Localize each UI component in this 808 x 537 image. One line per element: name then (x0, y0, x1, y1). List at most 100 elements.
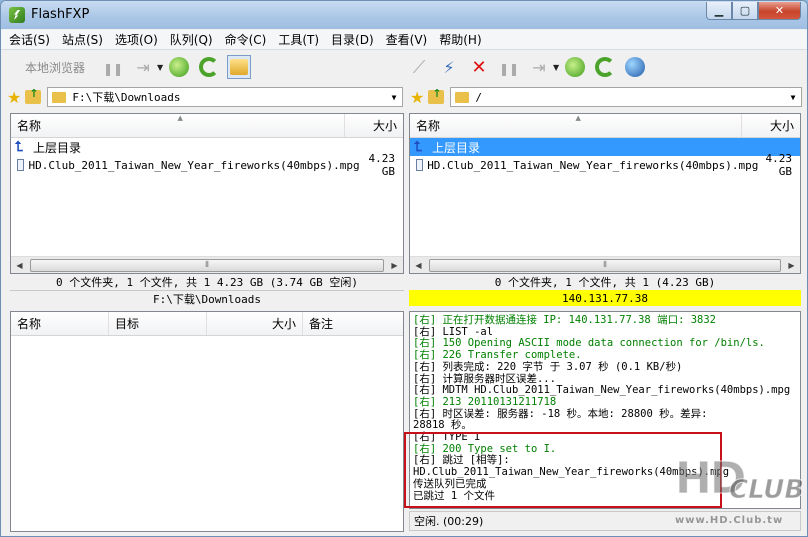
remote-quick-connect-button[interactable] (407, 55, 431, 79)
queue-column-note-label: 备注 (309, 317, 334, 331)
local-path-text: F:\下载\Downloads (72, 91, 181, 104)
parent-dir-label: 上层目录 (432, 140, 481, 155)
connect-icon (443, 58, 454, 77)
scroll-track[interactable]: ⦀ (427, 258, 783, 273)
local-path-combo[interactable]: F:\下载\Downloads ▼ (47, 87, 403, 107)
scroll-right-icon[interactable]: ▶ (386, 257, 403, 274)
log-line: [右] TYPE I (413, 431, 481, 444)
remote-refresh-button[interactable] (593, 55, 617, 79)
minimize-icon: ▁ (714, 4, 724, 17)
window-controls: ▁ ▢ ✕ (706, 2, 801, 20)
column-name[interactable]: 名称 ▲ (410, 114, 742, 137)
menu-queue[interactable]: 队列(Q) (170, 31, 213, 48)
queue-column-target[interactable]: 目标 (109, 312, 207, 335)
menu-directory[interactable]: 目录(D) (331, 31, 374, 48)
local-refresh-button[interactable] (197, 55, 221, 79)
local-summary: 0 个文件夹, 1 个文件, 共 1 4.23 GB (3.74 GB 空闲) (55, 276, 359, 289)
quick-connect-icon (413, 57, 426, 78)
log-line: [右] 213 20110131211718 (413, 395, 557, 408)
remote-transfer-button[interactable] (563, 55, 587, 79)
menu-help[interactable]: 帮助(H) (439, 31, 481, 48)
scroll-left-icon[interactable]: ◀ (11, 257, 28, 274)
app-window: FlashFXP ▁ ▢ ✕ 会话(S) 站点(S) 选项(O) 队列(Q) 命… (0, 0, 808, 537)
favorites-star-icon[interactable]: ★ (7, 88, 21, 107)
refresh-icon (199, 57, 220, 77)
horizontal-scrollbar[interactable]: ◀ ⦀ ▶ (11, 256, 403, 273)
chevron-down-icon[interactable]: ▼ (785, 93, 801, 102)
parent-folder-icon[interactable] (428, 87, 445, 104)
remote-toolbar: ▼ (407, 51, 807, 83)
remote-summary: 0 个文件夹, 1 个文件, 共 1 (4.23 GB) (494, 276, 716, 289)
globe-icon (625, 57, 646, 77)
folder-view-icon (230, 59, 249, 75)
up-arrow-icon: ⮤ (414, 139, 423, 155)
session-log[interactable]: [右] 正在打开数据通连接 IP: 140.131.77.38 端口: 3832… (409, 311, 801, 509)
maximize-button[interactable]: ▢ (732, 2, 758, 20)
list-item-parent[interactable]: ⮤ 上层目录 (11, 138, 403, 156)
column-size[interactable]: 大小 (742, 114, 800, 137)
scroll-right-icon[interactable]: ▶ (783, 257, 800, 274)
skip-icon (136, 58, 149, 77)
column-name[interactable]: 名称 ▲ (11, 114, 345, 137)
menu-view[interactable]: 查看(V) (386, 31, 428, 48)
remote-path-bar: ★ / ▼ (410, 85, 802, 109)
local-file-list[interactable]: 名称 ▲ 大小 ⮤ 上层目录 HD.Club_2011_Taiwan_New_Y… (10, 113, 404, 274)
chevron-down-icon[interactable]: ▼ (386, 93, 402, 102)
remote-path-combo[interactable]: / ▼ (450, 87, 802, 107)
remote-connect-button[interactable] (437, 55, 461, 79)
menu-tools[interactable]: 工具(T) (278, 31, 319, 48)
sort-up-icon: ▲ (177, 114, 183, 122)
scroll-thumb[interactable]: ⦀ (30, 258, 384, 272)
disconnect-icon (471, 57, 486, 78)
parent-folder-icon[interactable] (25, 87, 42, 104)
queue-column-name[interactable]: 名称 (11, 312, 109, 335)
column-name-label: 名称 (416, 119, 441, 133)
parent-dir-label: 上层目录 (33, 140, 82, 155)
menu-commands[interactable]: 命令(C) (225, 31, 267, 48)
favorites-star-icon[interactable]: ★ (410, 88, 424, 107)
scroll-track[interactable]: ⦀ (28, 258, 386, 273)
remote-skip-dropdown[interactable]: ▼ (553, 63, 559, 72)
log-line: [右] 列表完成: 220 字节 于 3.07 秒 (0.1 KB/秒) (413, 360, 683, 373)
scroll-left-icon[interactable]: ◀ (410, 257, 427, 274)
local-skip-button[interactable] (131, 55, 155, 79)
menu-sites[interactable]: 站点(S) (62, 31, 103, 48)
remote-site-manager-button[interactable] (623, 55, 647, 79)
transfer-icon (169, 57, 190, 77)
remote-column-header: 名称 ▲ 大小 (410, 114, 800, 138)
status-bar: 空闲. (00:29) (409, 511, 801, 531)
list-item[interactable]: HD.Club_2011_Taiwan_New_Year_fireworks(4… (410, 152, 800, 178)
file-icon (416, 159, 424, 171)
title-bar: FlashFXP ▁ ▢ ✕ (1, 1, 807, 29)
remote-path-text: / (475, 90, 482, 104)
local-path-bar: ★ F:\下载\Downloads ▼ (7, 85, 403, 109)
log-line: 已跳过 1 个文件 (413, 489, 495, 502)
local-current-path: F:\下载\Downloads (10, 290, 404, 306)
list-item[interactable]: HD.Club_2011_Taiwan_New_Year_fireworks(4… (11, 152, 403, 178)
menu-session[interactable]: 会话(S) (9, 31, 50, 48)
close-button[interactable]: ✕ (758, 2, 801, 20)
remote-file-list[interactable]: 名称 ▲ 大小 ⮤ 上层目录 HD.Club_2011_Taiwan_New_Y… (409, 113, 801, 274)
log-line: [右] 正在打开数据通连接 IP: 140.131.77.38 端口: 3832 (413, 314, 717, 326)
file-name: HD.Club_2011_Taiwan_New_Year_fireworks(4… (427, 158, 759, 172)
remote-skip-button[interactable] (527, 55, 551, 79)
transfer-queue[interactable]: 名称 目标 大小 备注 (10, 311, 404, 532)
horizontal-scrollbar[interactable]: ◀ ⦀ ▶ (410, 256, 800, 273)
local-transfer-button[interactable] (167, 55, 191, 79)
column-size[interactable]: 大小 (345, 114, 403, 137)
menu-options[interactable]: 选项(O) (115, 31, 158, 48)
remote-disconnect-button[interactable] (467, 55, 491, 79)
queue-column-note[interactable]: 备注 (303, 312, 403, 335)
local-view-button[interactable] (227, 55, 252, 79)
minimize-button[interactable]: ▁ (706, 2, 732, 20)
local-pause-button[interactable] (101, 55, 125, 79)
queue-column-size[interactable]: 大小 (207, 312, 303, 335)
file-name: HD.Club_2011_Taiwan_New_Year_fireworks(4… (28, 158, 360, 172)
list-item-parent-selected[interactable]: ⮤ 上层目录 (410, 138, 800, 156)
local-toolbar: 本地浏览器 ▼ (5, 51, 401, 83)
local-skip-dropdown[interactable]: ▼ (157, 63, 163, 72)
local-browser-button[interactable]: 本地浏览器 (25, 59, 85, 76)
remote-pause-button[interactable] (497, 55, 521, 79)
folder-icon (455, 91, 470, 103)
scroll-thumb[interactable]: ⦀ (429, 258, 781, 272)
